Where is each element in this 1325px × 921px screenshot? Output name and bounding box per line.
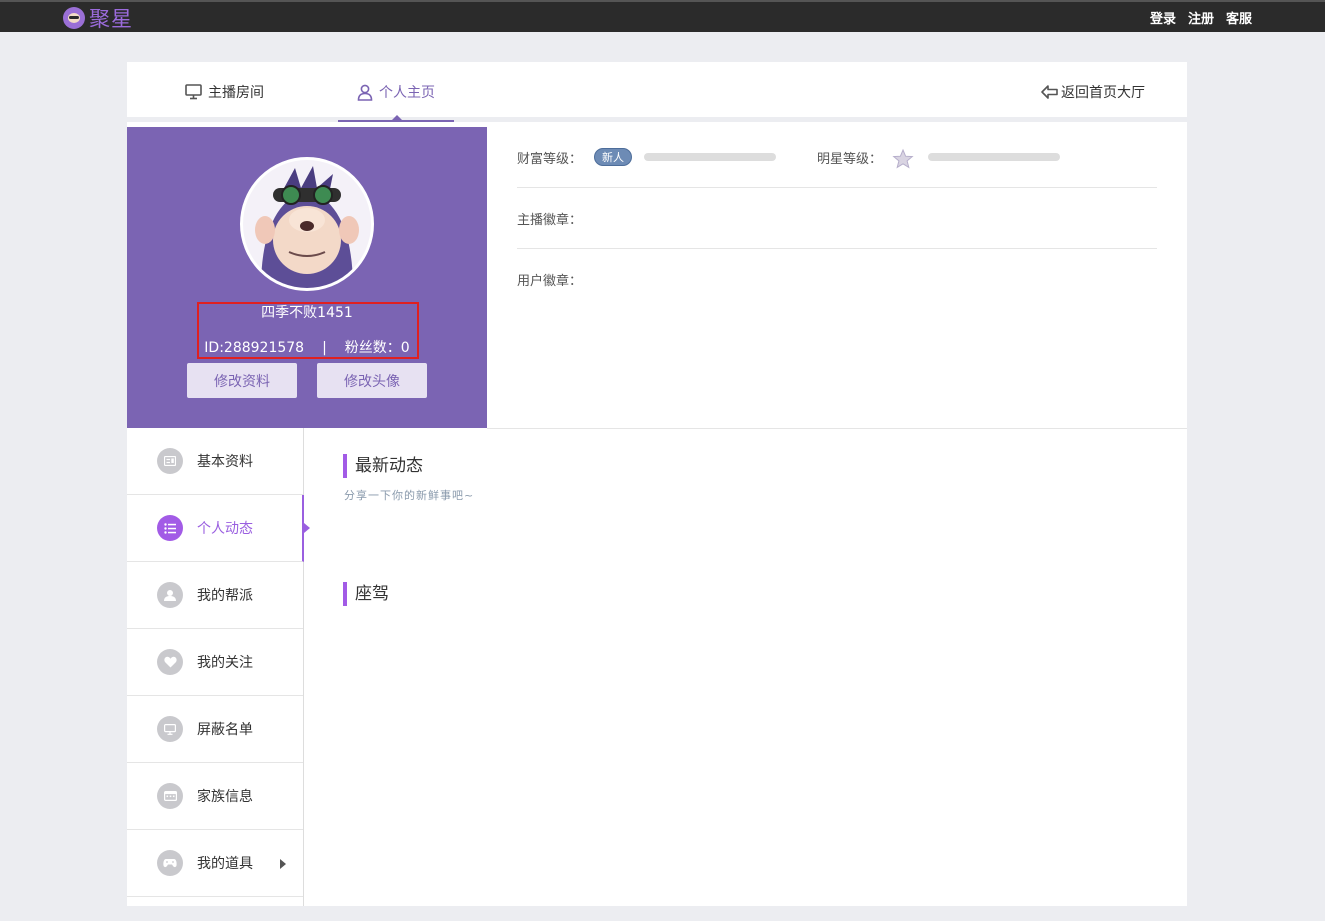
sidebar-item-block-list[interactable]: 屏蔽名单 (127, 696, 303, 763)
logo-icon (63, 7, 85, 29)
group-icon (157, 582, 183, 608)
calendar-icon (157, 783, 183, 809)
monitor-icon (157, 716, 183, 742)
register-link[interactable]: 注册 (1188, 8, 1214, 27)
user-badge-row: 用户徽章： (517, 249, 1157, 310)
sidebar-item-my-gang[interactable]: 我的帮派 (127, 562, 303, 629)
top-links: 登录 注册 客服 (1150, 2, 1252, 32)
avatar[interactable] (240, 157, 374, 291)
site-logo[interactable]: 聚星 (63, 4, 133, 32)
sidebar-item-family-info[interactable]: 家族信息 (127, 763, 303, 830)
sidebar-item-label: 屏蔽名单 (197, 722, 253, 738)
gamepad-icon (157, 850, 183, 876)
edit-avatar-button[interactable]: 修改头像 (317, 363, 427, 398)
tab-bar: 主播房间 个人主页 返回首页大厅 (127, 62, 1187, 122)
sidebar-item-label: 家族信息 (197, 789, 253, 805)
mount-title: 座驾 (343, 582, 389, 606)
sidebar-item-my-props[interactable]: 我的道具 (127, 830, 303, 897)
user-icon (357, 84, 373, 101)
top-bar: 聚星 登录 注册 客服 (0, 0, 1325, 32)
section-divider (487, 428, 1187, 429)
user-badge-label: 用户徽章： (517, 274, 583, 289)
heart-icon (157, 649, 183, 675)
chevron-right-icon[interactable] (280, 859, 286, 869)
sidebar-item-label: 个人动态 (197, 521, 253, 537)
star-icon (892, 148, 914, 170)
list-icon (157, 515, 183, 541)
main-card: 主播房间 个人主页 返回首页大厅 四季不败1451 ID:288921578 |… (127, 62, 1187, 906)
monitor-icon (185, 84, 202, 100)
service-link[interactable]: 客服 (1226, 8, 1252, 27)
sidebar-item-personal-feed[interactable]: 个人动态 (127, 495, 310, 562)
anchor-badge-label: 主播徽章： (517, 212, 583, 228)
level-row: 财富等级： 新人 明星等级： (517, 127, 1157, 188)
anchor-badge-row: 主播徽章： (517, 188, 1157, 249)
sidebar-item-label: 我的帮派 (197, 588, 253, 604)
tab-personal-home[interactable]: 个人主页 (338, 62, 454, 122)
edit-profile-button[interactable]: 修改资料 (187, 363, 297, 398)
profile-card-icon (157, 448, 183, 474)
sidebar-item-basic-info[interactable]: 基本资料 (127, 428, 303, 495)
sidebar: 基本资料 个人动态 我的帮派 我的关注 屏蔽名单 家族信息 我的道具 (127, 428, 310, 906)
latest-feed-title: 最新动态 (343, 454, 423, 478)
sidebar-item-label: 我的关注 (197, 655, 253, 671)
back-to-lobby-link[interactable]: 返回首页大厅 (1040, 62, 1145, 122)
wealth-level-label: 财富等级： (517, 151, 583, 167)
highlight-box (197, 302, 419, 359)
gorilla-avatar-icon (243, 160, 371, 288)
sidebar-item-my-follows[interactable]: 我的关注 (127, 629, 303, 696)
sidebar-item-label: 我的道具 (197, 856, 253, 872)
back-arrow-icon (1040, 84, 1059, 100)
share-hint[interactable]: 分享一下你的新鲜事吧~ (344, 487, 474, 503)
level-info: 财富等级： 新人 明星等级： 主播徽章： 用户徽章： (517, 127, 1157, 310)
back-to-lobby-label: 返回首页大厅 (1061, 85, 1145, 101)
wealth-level-badge: 新人 (594, 148, 633, 166)
wealth-progress-bar (644, 153, 777, 161)
tab-anchor-room-label: 主播房间 (208, 85, 264, 101)
profile-panel: 四季不败1451 ID:288921578 | 粉丝数：0 修改资料 修改头像 (127, 127, 487, 428)
star-level-label: 明星等级： (817, 151, 883, 167)
login-link[interactable]: 登录 (1150, 8, 1176, 27)
tab-personal-home-label: 个人主页 (379, 85, 435, 101)
sidebar-item-label: 基本资料 (197, 454, 253, 470)
star-progress-bar (928, 153, 1060, 161)
logo-text: 聚星 (89, 7, 133, 31)
tab-anchor-room[interactable]: 主播房间 (185, 62, 264, 122)
